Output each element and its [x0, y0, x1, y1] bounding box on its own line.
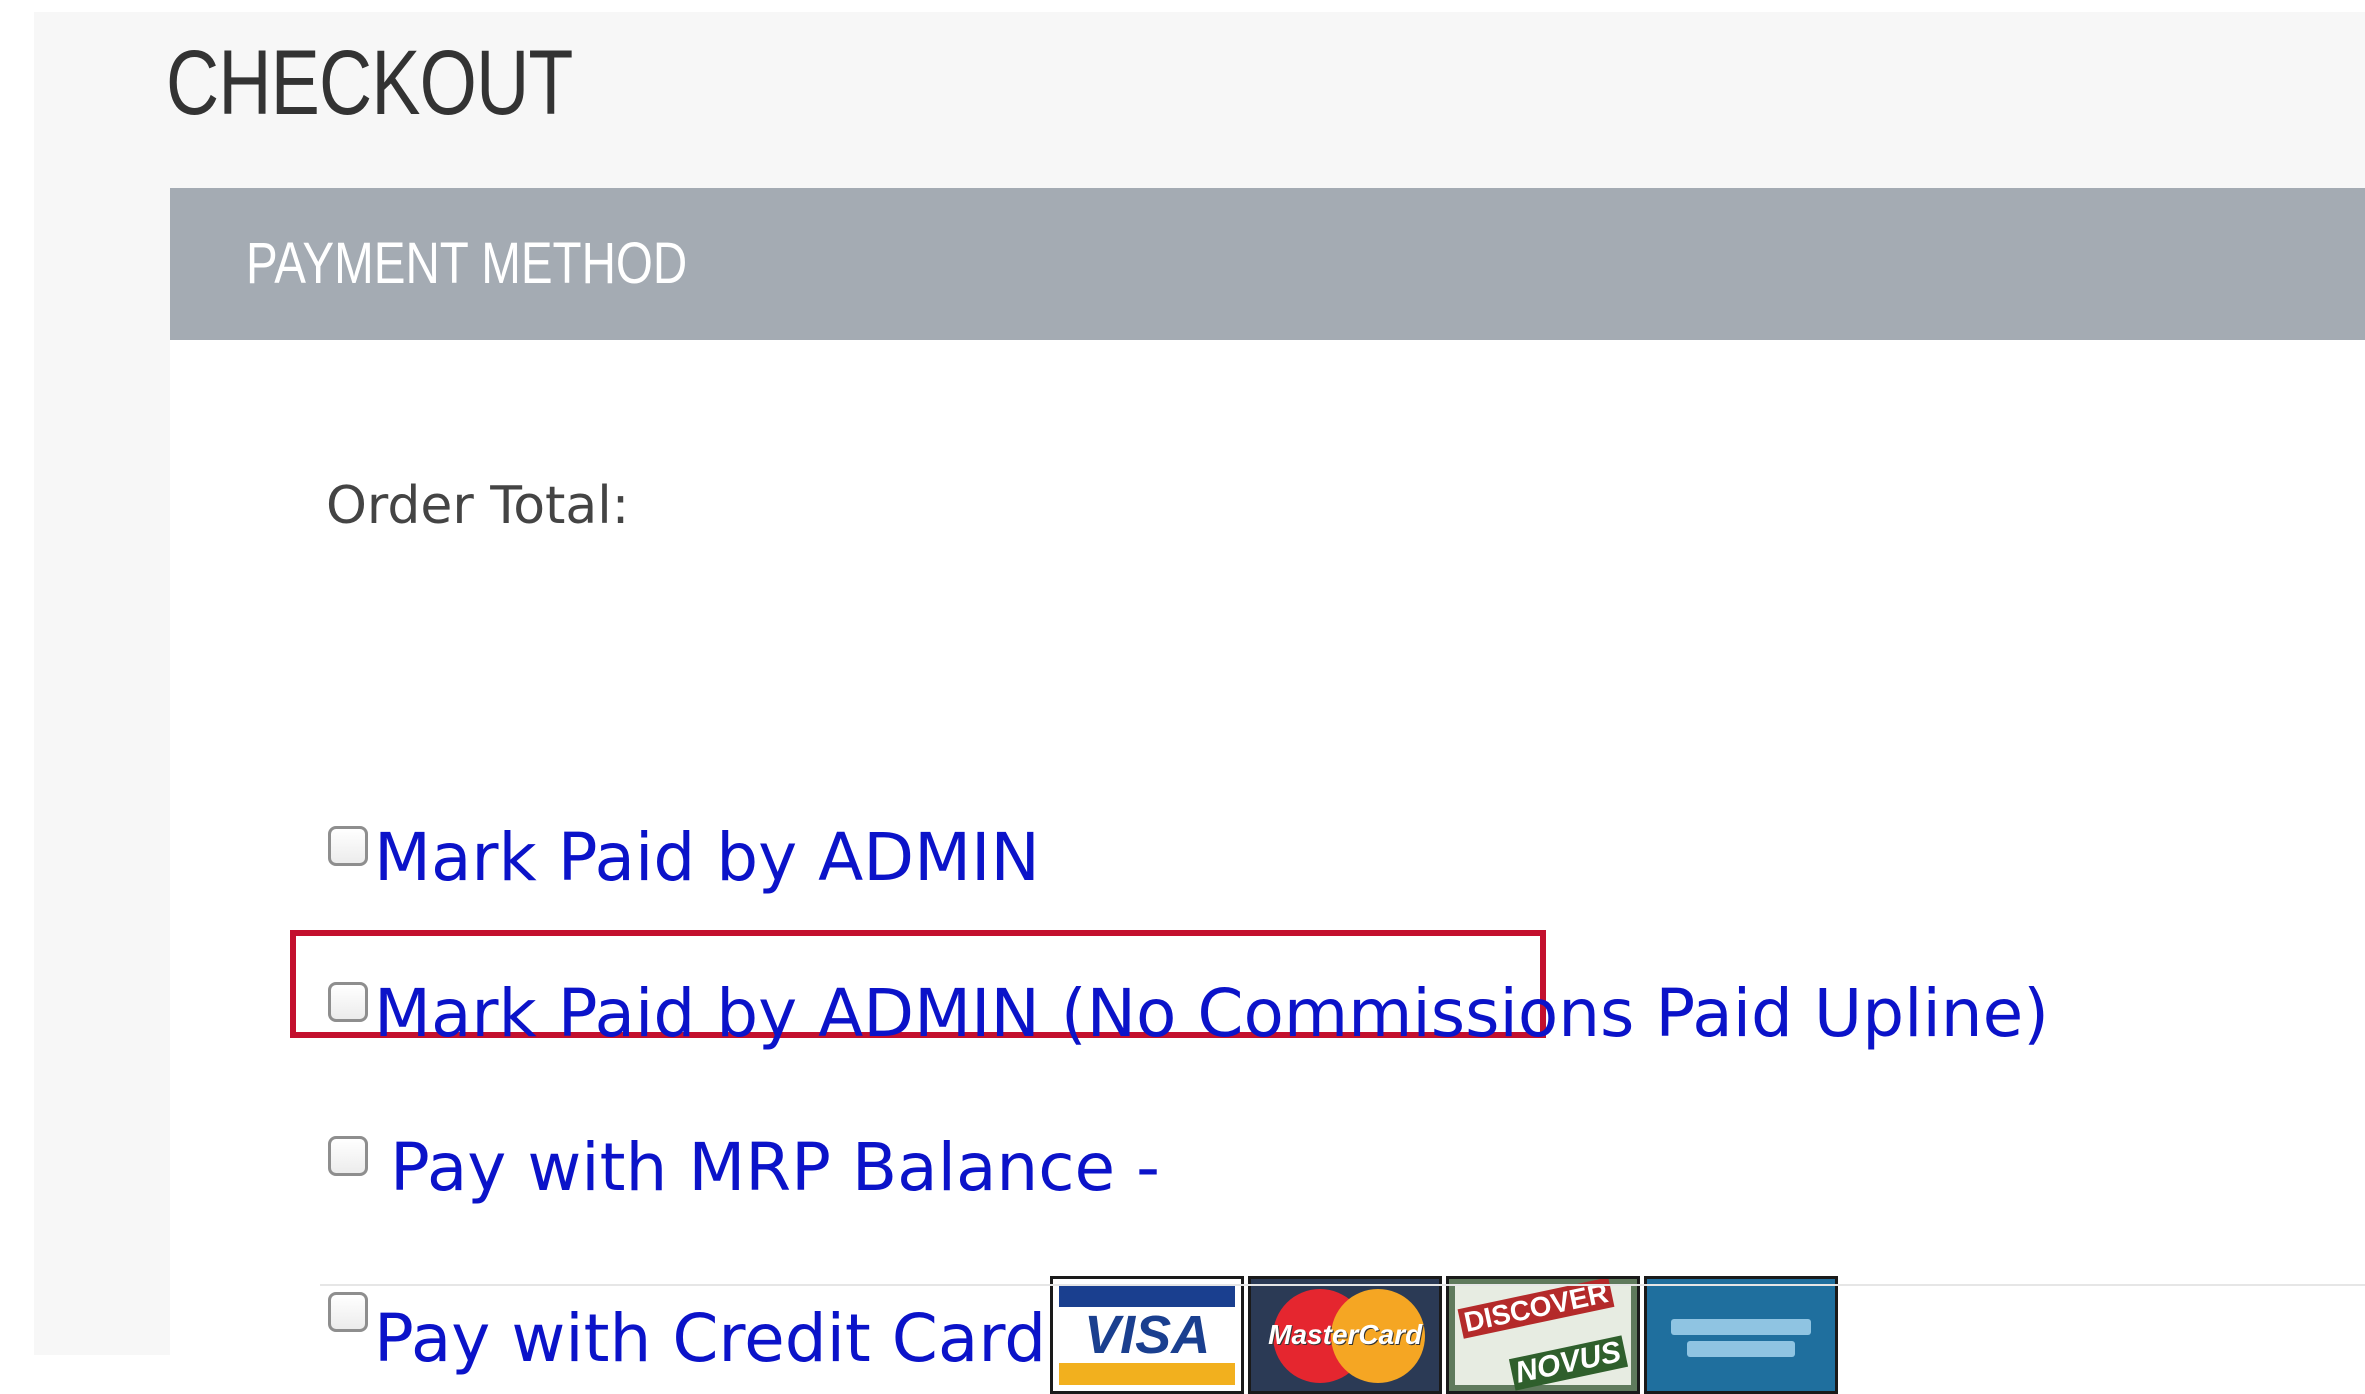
visa-icon: VISA [1050, 1276, 1245, 1394]
amex-line [1671, 1319, 1812, 1335]
checkbox-pay-mrp-balance[interactable] [328, 1136, 368, 1176]
checkbox-pay-credit-card[interactable] [328, 1292, 368, 1332]
payment-method-panel: PAYMENT METHOD Order Total: Mark Paid by… [170, 188, 2365, 1394]
visa-band-bottom [1059, 1363, 1236, 1385]
option-label[interactable]: Pay with Credit Card [374, 1299, 1046, 1379]
option-pay-credit-card[interactable]: Pay with Credit Card VISA MasterCard DIS… [328, 1276, 1842, 1394]
page-title: CHECKOUT [166, 32, 573, 134]
mastercard-logo-text: MasterCard [1268, 1319, 1423, 1350]
discover-novus-icon: DISCOVER NOVUS [1446, 1276, 1641, 1394]
option-label[interactable]: Mark Paid by ADMIN (No Commissions Paid … [374, 974, 2049, 1054]
american-express-icon [1644, 1276, 1839, 1394]
divider [320, 1284, 2365, 1286]
option-pay-mrp-balance[interactable]: Pay with MRP Balance - [328, 1128, 1160, 1208]
option-label[interactable]: Mark Paid by ADMIN [374, 818, 1040, 898]
visa-band-top [1059, 1285, 1236, 1307]
panel-header: PAYMENT METHOD [170, 188, 2365, 340]
order-total-label: Order Total: [326, 476, 630, 536]
panel-header-title: PAYMENT METHOD [246, 231, 688, 296]
checkbox-mark-paid-admin-no-commissions[interactable] [328, 982, 368, 1022]
option-label[interactable]: Pay with MRP Balance - [390, 1128, 1160, 1208]
credit-card-logos: VISA MasterCard DISCOVER NOVUS [1050, 1276, 1842, 1394]
checkbox-mark-paid-admin[interactable] [328, 826, 368, 866]
mastercard-icon: MasterCard [1248, 1276, 1443, 1394]
option-mark-paid-admin[interactable]: Mark Paid by ADMIN [328, 818, 1040, 898]
page: CHECKOUT PAYMENT METHOD Order Total: Mar… [0, 0, 2365, 1394]
option-mark-paid-admin-no-commissions[interactable]: Mark Paid by ADMIN (No Commissions Paid … [328, 974, 2049, 1054]
